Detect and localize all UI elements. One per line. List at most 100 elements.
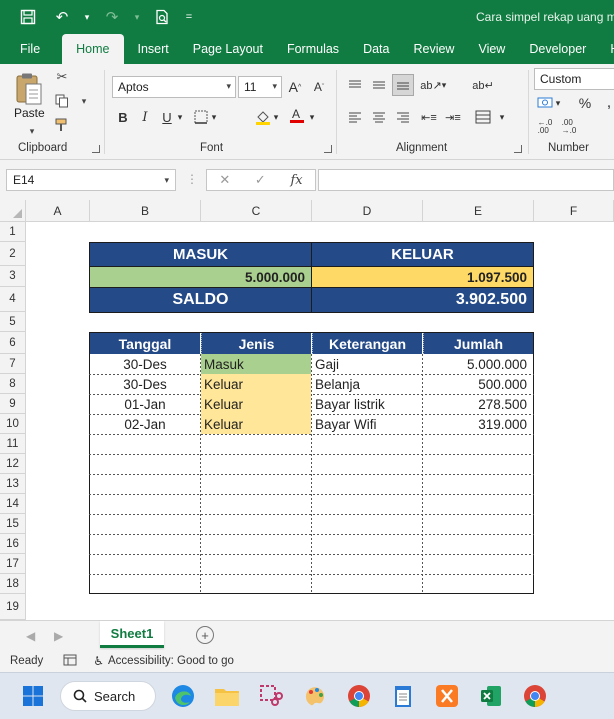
row-header[interactable]: 13 [0,474,26,494]
wrap-text-button[interactable]: ab↵ [472,74,494,96]
paste-label[interactable]: Paste [14,106,45,120]
macro-record-icon[interactable] [63,654,77,669]
start-button[interactable] [18,681,48,711]
header-keterangan[interactable]: Keterangan [312,333,422,354]
accessibility-status[interactable]: Accessibility: Good to go [108,655,234,667]
add-sheet-button[interactable]: + [196,626,214,644]
fill-color-dropdown[interactable]: ▾ [270,106,282,128]
tab-page-layout[interactable]: Page Layout [181,34,275,64]
font-color-dropdown[interactable]: ▾ [306,106,318,128]
undo-button[interactable]: ↶ [48,4,76,30]
align-top-button[interactable] [344,74,366,96]
copy-dropdown[interactable]: ▾ [74,92,94,110]
table-cell-jumlah[interactable]: 319.000 [423,414,533,434]
tab-developer[interactable]: Developer [517,34,598,64]
row-header[interactable]: 14 [0,494,26,514]
table-cell-keterangan[interactable]: Gaji [312,354,422,374]
row-header[interactable]: 2 [0,242,26,266]
grow-font-button[interactable]: A ^ [284,76,306,98]
row-header[interactable]: 7 [0,354,26,374]
tab-review[interactable]: Review [401,34,466,64]
row-header[interactable]: 19 [0,594,26,620]
table-cell-jenis[interactable]: Keluar [201,374,311,394]
table-cell-keterangan[interactable]: Belanja [312,374,422,394]
save-button[interactable] [14,4,42,30]
merge-center-button[interactable] [472,106,494,128]
orientation-dropdown[interactable]: ▾ [438,74,450,96]
sheet-tab-sheet1[interactable]: Sheet1 [100,621,164,648]
table-cell-keterangan[interactable]: Bayar listrik [312,394,422,414]
cancel-icon[interactable]: ✕ [219,172,230,188]
paint-icon[interactable] [300,681,330,711]
merge-dropdown[interactable]: ▾ [496,106,508,128]
tab-file[interactable]: File [0,34,60,64]
select-all-button[interactable] [0,200,26,222]
font-size-select[interactable]: 11 ▾ [238,76,282,98]
chrome-icon[interactable] [344,681,374,711]
row-header[interactable]: 16 [0,534,26,554]
align-left-button[interactable] [344,106,366,128]
masuk-header-cell[interactable]: MASUK [89,242,312,267]
keluar-total-cell[interactable]: 1.097.500 [311,266,534,288]
redo-dropdown[interactable]: ▾ [132,4,142,30]
table-cell-jenis[interactable]: Keluar [201,414,311,434]
tab-view[interactable]: View [466,34,517,64]
format-painter-button[interactable] [52,116,72,134]
italic-button[interactable]: I [134,106,156,128]
column-header-c[interactable]: C [201,200,312,222]
font-launcher[interactable] [324,145,332,153]
column-header-e[interactable]: E [423,200,534,222]
row-header[interactable]: 18 [0,574,26,594]
row-header[interactable]: 8 [0,374,26,394]
saldo-value-cell[interactable]: 3.902.500 [311,287,534,313]
header-jenis[interactable]: Jenis [201,333,311,354]
row-header[interactable]: 1 [0,222,26,242]
masuk-total-cell[interactable]: 5.000.000 [89,266,312,288]
row-header[interactable]: 3 [0,266,26,287]
next-sheet-button[interactable]: ▶ [54,629,63,643]
alignment-launcher[interactable] [514,145,522,153]
borders-dropdown[interactable]: ▾ [208,106,220,128]
paste-button[interactable] [14,72,44,108]
tab-formulas[interactable]: Formulas [275,34,351,64]
increase-indent-button[interactable]: ⇥≡ [442,106,464,128]
row-header[interactable]: 12 [0,454,26,474]
table-cell-jenis[interactable]: Masuk [201,354,311,374]
column-header-a[interactable]: A [26,200,90,222]
row-header[interactable]: 15 [0,514,26,534]
column-header-f[interactable]: F [534,200,614,222]
tab-home[interactable]: Home [62,34,124,64]
saldo-label-cell[interactable]: SALDO [89,287,312,313]
customize-toolbar-button[interactable]: = [182,4,196,30]
table-cell-jumlah[interactable]: 5.000.000 [423,354,533,374]
excel-icon[interactable] [476,681,506,711]
print-preview-button[interactable] [148,4,176,30]
file-explorer-icon[interactable] [212,681,242,711]
chrome-alt-icon[interactable] [520,681,550,711]
number-format-select[interactable]: Custom [534,68,614,90]
decrease-indent-button[interactable]: ⇤≡ [418,106,440,128]
align-middle-button[interactable] [368,74,390,96]
align-right-button[interactable] [392,106,414,128]
formula-input[interactable] [318,169,614,191]
row-header[interactable]: 11 [0,434,26,454]
enter-icon[interactable]: ✓ [255,172,266,188]
clipboard-launcher[interactable] [92,145,100,153]
decrease-decimal-button[interactable]: .00 →.0 [558,116,580,138]
formula-bar-grip[interactable]: ⋮ [186,172,198,186]
keluar-header-cell[interactable]: KELUAR [311,242,534,267]
header-jumlah[interactable]: Jumlah [423,333,533,354]
row-header[interactable]: 9 [0,394,26,414]
snipping-tool-icon[interactable] [256,681,286,711]
font-name-select[interactable]: Aptos ▾ [112,76,236,98]
tab-help[interactable]: H [598,34,614,64]
name-box[interactable]: E14 ▾ [6,169,176,191]
underline-dropdown[interactable]: ▾ [174,106,186,128]
table-cell-keterangan[interactable]: Bayar Wifi [312,414,422,434]
shrink-font-button[interactable]: Aˇ [308,76,330,98]
redo-button[interactable]: ↷ [98,4,126,30]
comma-style-button[interactable]: , [598,92,614,114]
accessibility-icon[interactable]: ♿ [93,654,104,668]
table-cell-tanggal[interactable]: 01-Jan [90,394,200,414]
tab-data[interactable]: Data [351,34,401,64]
